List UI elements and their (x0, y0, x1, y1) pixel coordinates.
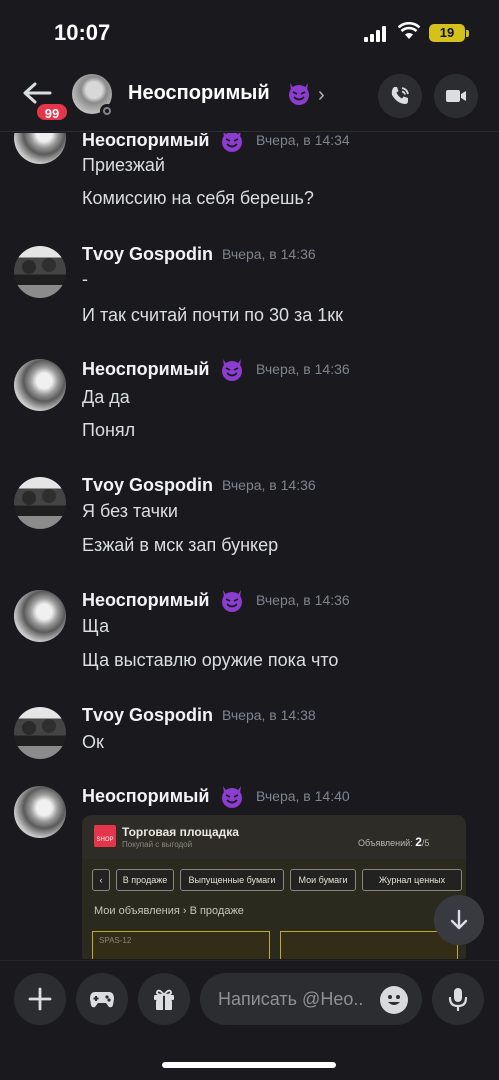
message-text[interactable]: И так считай почти по 30 за 1кк (82, 305, 343, 326)
voice-call-button[interactable] (378, 74, 422, 118)
plus-icon (28, 987, 52, 1011)
message-timestamp: Вчера, в 14:36 (222, 246, 316, 262)
attachment-header: SHOP Торговая площадка Покупай с выгодой… (82, 815, 466, 859)
listing-card (280, 931, 458, 959)
message-text[interactable]: Ок (82, 732, 104, 753)
chevron-right-icon[interactable]: › (318, 84, 325, 107)
message-input[interactable]: Написать @Нео.. (200, 973, 422, 1025)
activities-button[interactable] (76, 973, 128, 1025)
shop-logo: SHOP (94, 825, 116, 847)
avatar[interactable] (14, 133, 66, 164)
avatar[interactable] (14, 246, 66, 298)
listing-count-total: /5 (421, 838, 430, 848)
message-author[interactable]: Tvoy Gospodin (82, 705, 213, 726)
smiling-imp-emoji-icon (222, 359, 242, 381)
message-list[interactable]: Неоспоримый Вчера, в 14:34 Приезжай Коми… (0, 133, 499, 959)
smiling-imp-emoji-icon (222, 133, 242, 152)
message-text[interactable]: Понял (82, 420, 135, 441)
message-text[interactable]: Комиссию на себя берешь? (82, 188, 314, 209)
image-attachment[interactable]: SHOP Торговая площадка Покупай с выгодой… (82, 815, 466, 959)
gamepad-icon (90, 992, 114, 1008)
battery-icon: 19 (429, 24, 465, 42)
video-camera-icon (446, 90, 466, 102)
message-input-placeholder: Написать @Нео.. (218, 989, 364, 1009)
message-timestamp: Вчера, в 14:34 (256, 133, 350, 148)
gift-icon (154, 989, 174, 1010)
attachment-subtitle: Покупай с выгодой (122, 840, 193, 849)
avatar[interactable] (14, 590, 66, 642)
arrow-down-icon (450, 909, 468, 930)
offline-status-icon (100, 104, 114, 118)
message-text[interactable]: Езжай в мск зап бункер (82, 535, 278, 556)
back-tab: ‹ (92, 869, 110, 891)
smiling-imp-emoji-icon (222, 590, 242, 612)
listing-card-label: SPAS-12 (99, 936, 132, 945)
avatar[interactable] (14, 477, 66, 529)
message-text[interactable]: Приезжай (82, 155, 165, 176)
message-text[interactable]: Ща выставлю оружие пока что (82, 650, 338, 671)
signal-icon (364, 26, 388, 42)
attachment-title: Торговая площадка (122, 825, 239, 839)
status-time: 10:07 (54, 20, 111, 45)
chat-header: 99 Неоспоримый › (0, 66, 499, 132)
voice-message-button[interactable] (432, 973, 484, 1025)
message-timestamp: Вчера, в 14:40 (256, 788, 350, 804)
message-author[interactable]: Неоспоримый (82, 133, 209, 151)
scroll-to-bottom-button[interactable] (434, 895, 484, 945)
message-text[interactable]: Я без тачки (82, 501, 178, 522)
tab: Выпущенные бумаги (180, 869, 284, 891)
add-attachment-button[interactable] (14, 973, 66, 1025)
message-text[interactable]: Ща (82, 616, 109, 637)
tab: В продаже (116, 869, 174, 891)
message-timestamp: Вчера, в 14:36 (256, 361, 350, 377)
status-bar: 10:07 19 (0, 0, 499, 66)
video-call-button[interactable] (434, 74, 478, 118)
emoji-button[interactable] (380, 986, 408, 1014)
listing-count-label: Объявлений: (358, 838, 413, 848)
page-title[interactable]: Неоспоримый (128, 82, 270, 105)
avatar[interactable] (14, 707, 66, 759)
listing-count-value: 2 (415, 835, 422, 849)
listing-count: Объявлений: 2/5 (358, 835, 429, 849)
message-author[interactable]: Неоспоримый (82, 786, 209, 807)
gift-button[interactable] (138, 973, 190, 1025)
smile-icon (388, 995, 400, 1005)
attachment-breadcrumb: Мои объявления › В продаже (94, 905, 244, 917)
listing-card: SPAS-12 (92, 931, 270, 959)
message-timestamp: Вчера, в 14:36 (222, 477, 316, 493)
message-author[interactable]: Неоспоримый (82, 359, 209, 380)
unread-badge: 99 (35, 102, 69, 122)
tab: Журнал ценных (362, 869, 462, 891)
message-input-bar: Написать @Нео.. (0, 960, 499, 1040)
smiling-imp-emoji-icon (222, 786, 242, 808)
message-text[interactable]: - (82, 269, 88, 290)
message-author[interactable]: Tvoy Gospodin (82, 475, 213, 496)
smiling-imp-emoji-icon (289, 83, 309, 105)
message-text[interactable]: Да да (82, 387, 130, 408)
avatar[interactable] (14, 786, 66, 838)
home-indicator[interactable] (162, 1062, 336, 1068)
battery-tip (466, 30, 469, 37)
message-timestamp: Вчера, в 14:38 (222, 707, 316, 723)
message-author[interactable]: Неоспоримый (82, 590, 209, 611)
tab: Мои бумаги (290, 869, 356, 891)
avatar[interactable] (14, 359, 66, 411)
microphone-icon (448, 988, 468, 1012)
wifi-icon (398, 22, 420, 39)
phone-icon (391, 87, 409, 104)
message-timestamp: Вчера, в 14:36 (256, 592, 350, 608)
message-author[interactable]: Tvoy Gospodin (82, 244, 213, 265)
attachment-tabs: ‹ В продаже Выпущенные бумаги Мои бумаги… (92, 869, 462, 891)
